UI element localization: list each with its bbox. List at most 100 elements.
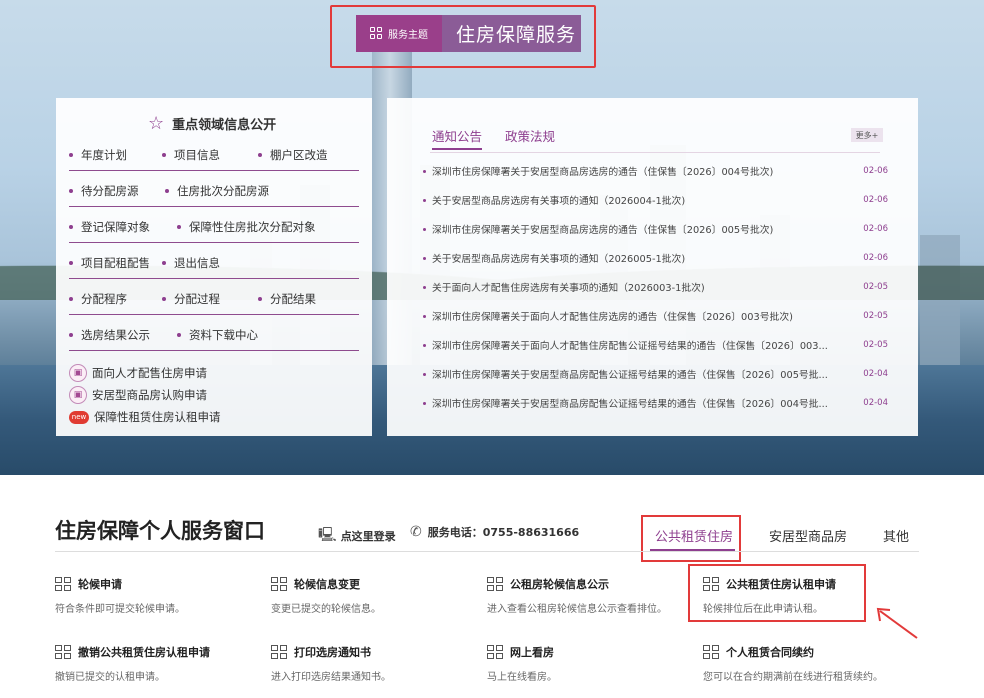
tab-divider	[430, 152, 880, 153]
card-title: 个人租赁合同续约	[726, 646, 814, 659]
news-title: 深圳市住房保障署关于安居型商品房选房的通告（住保售〔2026〕005号批次)	[432, 225, 774, 236]
card-desc: 符合条件即可提交轮候申请。	[55, 604, 185, 615]
more-button[interactable]: 更多+	[851, 128, 883, 142]
apply-affordable-housing[interactable]: ▣ 安居型商品房认购申请	[69, 386, 207, 404]
service-card-cancel-rental[interactable]: 撤销公共租赁住房认租申请 撤销已提交的认租申请。	[55, 644, 265, 683]
phone-icon: ✆	[410, 524, 422, 540]
card-title: 公租房轮候信息公示	[510, 578, 609, 591]
link-batch-recipients[interactable]: 保障性住房批次分配对象	[177, 219, 316, 235]
service-phone: ✆ 服务电话：0755-88631666	[410, 524, 579, 540]
news-date: 02-04	[863, 398, 888, 408]
service-card-print-notice[interactable]: 打印选房通知书 进入打印选房结果通知书。	[271, 644, 481, 683]
news-item[interactable]: 深圳市住房保障署关于安居型商品房配售公证摇号结果的通告（住保售〔2026〕005…	[423, 367, 888, 381]
login-label: 点这里登录	[340, 530, 396, 543]
card-desc: 进入打印选房结果通知书。	[271, 672, 391, 683]
news-item[interactable]: 深圳市住房保障署关于面向人才配售住房选房的通告（住保售〔2026〕003号批次)…	[423, 309, 888, 323]
tab-notices[interactable]: 通知公告	[432, 126, 483, 150]
monitor-icon: 🖳	[318, 527, 337, 543]
apply-label: 保障性租赁住房认租申请	[94, 410, 221, 424]
news-title: 深圳市住房保障署关于面向人才配售住房选房的通告（住保售〔2026〕003号批次)	[432, 312, 793, 323]
tab-affordable-housing[interactable]: 安居型商品房	[769, 526, 847, 545]
tab-policies[interactable]: 政策法规	[505, 126, 555, 145]
apply-rental-housing[interactable]: new 保障性租赁住房认租申请	[69, 409, 221, 425]
service-card-online-viewing[interactable]: 网上看房 马上在线看房。	[487, 644, 697, 683]
service-icon	[487, 576, 504, 592]
service-card-waitlist-publicity[interactable]: 公租房轮候信息公示 进入查看公租房轮候信息公示查看排位。	[487, 576, 697, 615]
card-desc: 进入查看公租房轮候信息公示查看排位。	[487, 604, 667, 615]
link-exit-info[interactable]: 退出信息	[162, 255, 220, 271]
link-registered-recipients[interactable]: 登记保障对象	[69, 219, 150, 235]
link-download-center[interactable]: 资料下载中心	[177, 327, 258, 343]
link-pending-housing[interactable]: 待分配房源	[69, 183, 139, 199]
news-item[interactable]: 关于安居型商品房选房有关事项的通知（2026004-1批次) 02-06	[423, 193, 888, 207]
info-row: 待分配房源 住房批次分配房源	[69, 181, 359, 201]
link-allocation-procedure[interactable]: 分配程序	[69, 291, 127, 307]
info-row: 登记保障对象 保障性住房批次分配对象	[69, 217, 359, 237]
service-icon	[271, 644, 288, 660]
service-card-lease-renewal[interactable]: 个人租赁合同续约 您可以在合约期满前在线进行租赁续约。	[703, 644, 913, 683]
info-row: 项目配租配售 退出信息	[69, 253, 359, 273]
apply-label: 安居型商品房认购申请	[92, 388, 207, 402]
page-title: 住房保障服务	[456, 24, 577, 46]
card-title: 撤销公共租赁住房认租申请	[78, 646, 210, 659]
news-date: 02-06	[863, 224, 888, 234]
key-info-title-text: 重点领域信息公开	[172, 118, 277, 133]
news-date: 02-04	[863, 369, 888, 379]
grid-icon	[370, 26, 384, 41]
news-item[interactable]: 关于面向人才配售住房选房有关事项的通知（2026003-1批次) 02-05	[423, 280, 888, 294]
card-desc: 撤销已提交的认租申请。	[55, 672, 165, 683]
link-shantytown[interactable]: 棚户区改造	[258, 147, 328, 163]
news-date: 02-06	[863, 195, 888, 205]
new-badge-icon: new	[69, 410, 89, 424]
news-date: 02-06	[863, 253, 888, 263]
link-batch-housing[interactable]: 住房批次分配房源	[165, 183, 269, 199]
card-title: 轮候申请	[78, 578, 122, 591]
info-row: 年度计划 项目信息 棚户区改造	[69, 145, 359, 165]
news-item[interactable]: 深圳市住房保障署关于安居型商品房选房的通告（住保售〔2026〕005号批次) 02…	[423, 222, 888, 236]
link-project-info[interactable]: 项目信息	[162, 147, 220, 163]
service-card-waitlist-change[interactable]: 轮候信息变更 变更已提交的轮候信息。	[271, 576, 481, 615]
card-title: 打印选房通知书	[294, 646, 371, 659]
tab-public-rental[interactable]: 公共租赁住房	[655, 526, 733, 545]
news-item[interactable]: 深圳市住房保障署关于面向人才配售住房配售公证摇号结果的通告（住保售〔2026〕0…	[423, 338, 888, 352]
link-annual-plan[interactable]: 年度计划	[69, 147, 127, 163]
divider	[69, 170, 359, 171]
news-title: 关于安居型商品房选房有关事项的通知（2026005-1批次)	[432, 254, 686, 265]
link-allocation-result[interactable]: 分配结果	[258, 291, 316, 307]
service-icon	[703, 644, 720, 660]
news-title: 关于安居型商品房选房有关事项的通知（2026004-1批次)	[432, 196, 686, 207]
apply-icon: ▣	[69, 386, 87, 404]
news-item[interactable]: 深圳市住房保障署关于安居型商品房选房的通告（住保售〔2026〕004号批次) 02…	[423, 164, 888, 178]
link-project-allocation[interactable]: 项目配租配售	[69, 255, 150, 271]
phone-label: 服务电话：0755-88631666	[427, 526, 580, 539]
star-icon: ☆	[148, 113, 165, 134]
card-desc: 马上在线看房。	[487, 672, 557, 683]
news-title: 关于面向人才配售住房选房有关事项的通知（2026003-1批次)	[432, 283, 705, 294]
service-card-waitlist-application[interactable]: 轮候申请 符合条件即可提交轮候申请。	[55, 576, 265, 615]
news-item[interactable]: 关于安居型商品房选房有关事项的通知（2026005-1批次) 02-06	[423, 251, 888, 265]
divider	[69, 350, 359, 351]
login-link[interactable]: 🖳 点这里登录	[318, 524, 396, 548]
apply-icon: ▣	[69, 364, 87, 382]
card-desc: 您可以在合约期满前在线进行租赁续约。	[703, 672, 883, 683]
active-tab-underline	[650, 549, 735, 551]
divider	[69, 242, 359, 243]
info-row: 分配程序 分配过程 分配结果	[69, 289, 359, 309]
divider	[69, 278, 359, 279]
arrow-icon	[876, 607, 918, 639]
news-date: 02-05	[863, 311, 888, 321]
notices-panel: 通知公告 政策法规 更多+ 深圳市住房保障署关于安居型商品房选房的通告（住保售〔…	[387, 98, 918, 436]
service-icon	[55, 576, 72, 592]
tab-divider	[55, 551, 919, 552]
theme-tag-label: 服务主题	[388, 30, 428, 41]
news-item[interactable]: 深圳市住房保障署关于安居型商品房配售公证摇号结果的通告（住保售〔2026〕004…	[423, 396, 888, 410]
service-icon	[271, 576, 288, 592]
link-allocation-process[interactable]: 分配过程	[162, 291, 220, 307]
link-selection-result[interactable]: 选房结果公示	[69, 327, 150, 343]
news-title: 深圳市住房保障署关于安居型商品房配售公证摇号结果的通告（住保售〔2026〕004…	[432, 399, 828, 410]
apply-talent-housing[interactable]: ▣ 面向人才配售住房申请	[69, 364, 207, 382]
apply-label: 面向人才配售住房申请	[92, 366, 207, 380]
card-title: 网上看房	[510, 646, 554, 659]
key-info-panel: ☆ 重点领域信息公开 年度计划 项目信息 棚户区改造 待分配房源 住房批次分配房…	[56, 98, 372, 436]
tab-other[interactable]: 其他	[883, 526, 909, 545]
